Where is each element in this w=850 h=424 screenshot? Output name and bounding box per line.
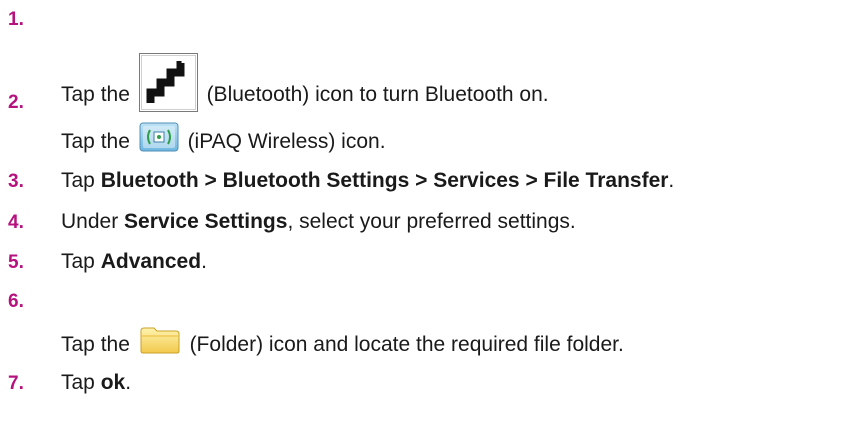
step-5-number: 5. — [8, 252, 24, 273]
ipaq-wireless-icon — [139, 122, 179, 152]
step-6-number: 6. — [8, 291, 24, 312]
step-3-pre: Tap — [61, 169, 101, 192]
step-1-number: 1. — [8, 9, 24, 30]
step-3-post: . — [668, 169, 675, 192]
step-3-text: Tap Bluetooth > Bluetooth Settings > Ser… — [61, 170, 674, 191]
step-4-number: 4. — [8, 212, 24, 233]
step-2-text: Tap the (iPAQ Wireless) icon. — [61, 122, 386, 152]
step-3-bold: Bluetooth > Bluetooth Settings > Service… — [100, 169, 669, 192]
step-7-post: . — [125, 371, 132, 394]
folder-icon — [139, 325, 181, 355]
step-1-pre: Tap the — [61, 83, 136, 106]
step-6-text: Tap the (Folder) icon and locate the req… — [61, 325, 624, 355]
step-5-text: Tap Advanced. — [61, 251, 207, 272]
bluetooth-icon — [138, 53, 198, 112]
step-7-number: 7. — [8, 373, 24, 394]
step-7-pre: Tap — [61, 371, 101, 394]
step-5-pre: Tap — [61, 250, 101, 273]
step-2-post: (iPAQ Wireless) icon. — [181, 130, 386, 153]
step-4-pre: Under — [61, 210, 125, 233]
step-7-text: Tap ok. — [61, 372, 131, 393]
step-3-number: 3. — [8, 171, 24, 192]
step-5-post: . — [201, 250, 207, 273]
step-1-text: Tap the (Bluetooth) icon to turn Bluetoo… — [61, 53, 549, 112]
step-4-post: , select your preferred settings. — [287, 210, 576, 233]
step-4-bold: Service Settings — [124, 210, 288, 233]
step-6-pre: Tap the — [61, 333, 136, 356]
step-5-bold: Advanced — [100, 250, 202, 273]
step-2-pre: Tap the — [61, 130, 136, 153]
step-6-post: (Folder) icon and locate the required fi… — [183, 333, 624, 356]
step-2-number: 2. — [8, 92, 24, 113]
step-1-post: (Bluetooth) icon to turn Bluetooth on. — [200, 83, 549, 106]
step-4-text: Under Service Settings, select your pref… — [61, 211, 576, 232]
step-7-bold: ok — [100, 371, 126, 394]
